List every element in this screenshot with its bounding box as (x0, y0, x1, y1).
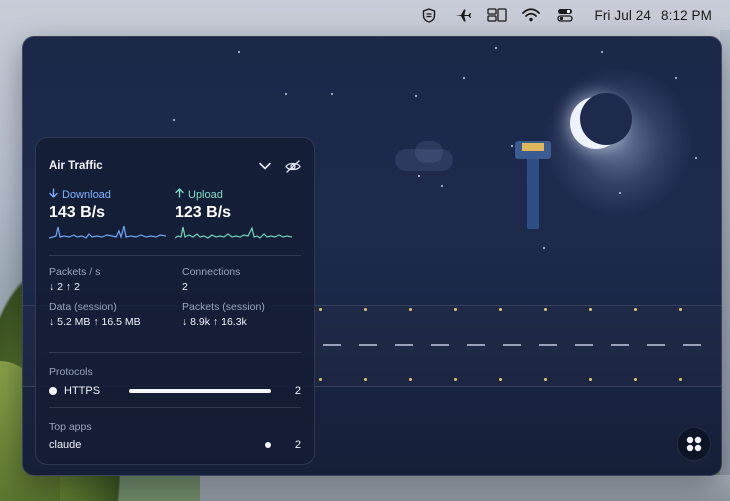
app-dot (264, 442, 271, 448)
arrow-down-icon (49, 188, 58, 201)
propeller-icon (686, 436, 702, 452)
protocol-name: HTTPS (64, 385, 101, 397)
top-apps-heading: Top apps (49, 421, 92, 433)
connections: Connections 2 (182, 266, 241, 293)
divider (49, 352, 301, 353)
chevron-down-icon[interactable] (259, 162, 271, 170)
panel-header: Air Traffic (49, 159, 301, 173)
air-traffic-panel: Air Traffic Download 143 B/s Upload 123 … (35, 137, 315, 465)
upload-value: 123 B/s (175, 204, 232, 221)
download-value: 143 B/s (49, 204, 106, 221)
download-rate: Download 143 B/s (48, 188, 175, 247)
session-stats: Packets / s ↓ 2 ↑ 2 Connections 2 Data (… (49, 266, 301, 329)
protocols-heading: Protocols (49, 366, 93, 378)
display-icon[interactable] (486, 6, 508, 24)
divider (49, 407, 301, 408)
upload-label: Upload (188, 188, 223, 201)
download-sparkline (48, 225, 167, 240)
control-tower (527, 157, 539, 229)
app-menu-button[interactable] (677, 427, 711, 461)
app-name: claude (49, 439, 82, 451)
protocol-share-bar (129, 389, 271, 393)
menu-bar-date[interactable]: Fri Jul 24 (594, 8, 651, 23)
protocol-count: 2 (294, 385, 301, 397)
arrow-up-icon (175, 188, 184, 201)
wifi-icon[interactable] (520, 6, 542, 24)
divider (49, 255, 301, 256)
protocol-dot (49, 387, 57, 395)
packets-session: Packets (session) ↓ 8.9k ↑ 16.3k (182, 301, 265, 328)
download-label: Download (62, 188, 111, 201)
menu-bar: Fri Jul 24 8:12 PM (0, 0, 730, 30)
moon-shadow (580, 93, 632, 145)
protocol-row: HTTPS 2 (49, 384, 301, 398)
background-ground (200, 475, 730, 501)
menu-bar-time[interactable]: 8:12 PM (661, 8, 712, 23)
control-tower-window (522, 143, 544, 151)
shield-icon[interactable] (418, 6, 440, 24)
eye-slash-icon[interactable] (285, 159, 301, 173)
upload-sparkline (174, 226, 293, 239)
data-session: Data (session) ↓ 5.2 MB ↑ 16.5 MB (49, 301, 141, 328)
panel-title: Air Traffic (49, 160, 103, 172)
control-center-icon[interactable] (554, 6, 576, 24)
airplane-icon[interactable] (452, 6, 474, 24)
packets-per-second: Packets / s ↓ 2 ↑ 2 (49, 266, 101, 293)
upload-rate: Upload 123 B/s (174, 188, 301, 247)
air-traffic-window: Air Traffic Download 143 B/s Upload 123 … (22, 36, 722, 476)
app-count: 2 (294, 439, 301, 451)
app-row: claude 2 (49, 438, 301, 452)
